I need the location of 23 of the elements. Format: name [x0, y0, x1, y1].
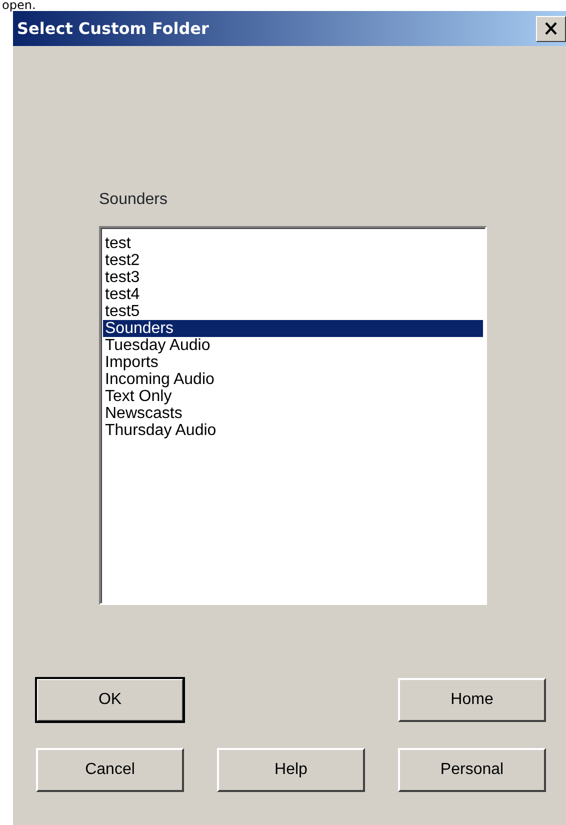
- dialog-button[interactable]: OK: [36, 678, 184, 722]
- folder-item[interactable]: Tuesday Audio: [103, 337, 483, 354]
- folder-item[interactable]: test2: [103, 252, 483, 269]
- folder-item[interactable]: Newscasts: [103, 405, 483, 422]
- caption-text: open.: [2, 0, 37, 11]
- folder-item[interactable]: Sounders: [103, 320, 483, 337]
- folder-item[interactable]: Text Only: [103, 388, 483, 405]
- folder-item[interactable]: Incoming Audio: [103, 371, 483, 388]
- close-icon: [544, 22, 558, 35]
- folder-item[interactable]: test4: [103, 286, 483, 303]
- dialog-button[interactable]: Personal: [398, 748, 546, 792]
- dialog-button[interactable]: Home: [398, 678, 546, 722]
- folder-item[interactable]: test: [103, 235, 483, 252]
- window-title: Select Custom Folder: [17, 18, 209, 40]
- folder-label: Sounders: [99, 190, 168, 210]
- folder-item[interactable]: test3: [103, 269, 483, 286]
- folder-list[interactable]: test test2 test3 test4 test5 Sounders Tuesday Audio Imports Incoming Audio Text Only Newscasts Thursday Audio: [99, 226, 487, 605]
- folder-item[interactable]: Imports: [103, 354, 483, 371]
- dialog-button[interactable]: Cancel: [36, 748, 184, 792]
- folder-item[interactable]: Thursday Audio: [103, 422, 483, 439]
- close-button[interactable]: [536, 16, 566, 42]
- folder-item[interactable]: test5: [103, 303, 483, 320]
- dialog-button[interactable]: Help: [217, 748, 365, 792]
